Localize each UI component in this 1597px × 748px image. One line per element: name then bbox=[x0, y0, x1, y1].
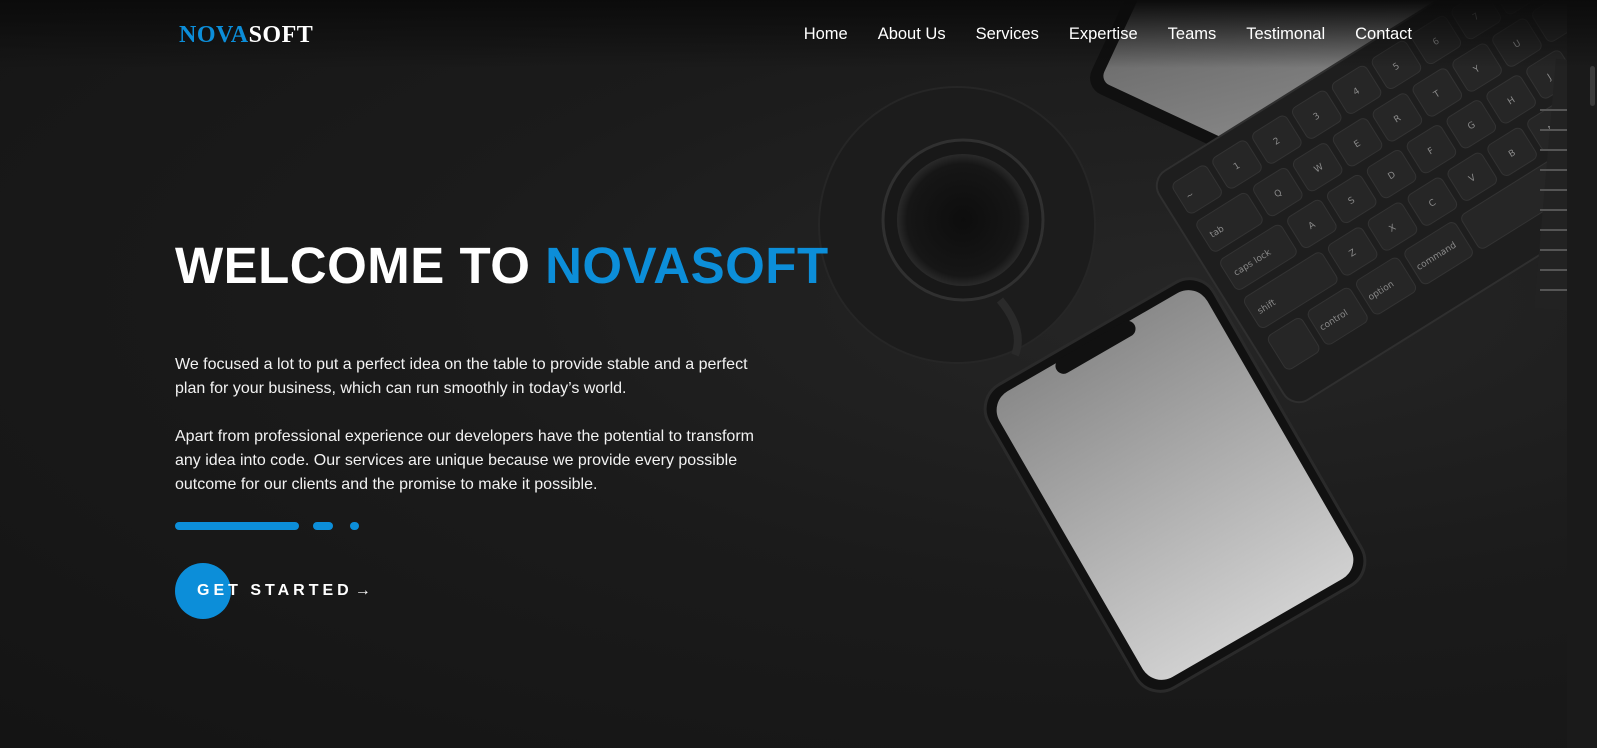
svg-text:2: 2 bbox=[1272, 136, 1282, 148]
svg-text:N: N bbox=[1547, 123, 1558, 135]
svg-text:R: R bbox=[1392, 114, 1403, 126]
hero-paragraph-2: Apart from professional experience our d… bbox=[175, 428, 754, 493]
svg-text:1: 1 bbox=[1232, 161, 1242, 173]
nav-item-home[interactable]: Home bbox=[804, 24, 848, 44]
svg-text:C: C bbox=[1427, 198, 1438, 210]
svg-text:V: V bbox=[1467, 173, 1478, 185]
nav-item-teams[interactable]: Teams bbox=[1168, 24, 1217, 44]
main-nav: Home About Us Services Expertise Teams T… bbox=[804, 24, 1412, 44]
nav-item-services[interactable]: Services bbox=[976, 24, 1039, 44]
navbar: NOVASOFT Home About Us Services Expertis… bbox=[0, 0, 1597, 68]
divider-bar-long bbox=[175, 522, 299, 530]
svg-text:option: option bbox=[1367, 280, 1396, 304]
svg-text:3: 3 bbox=[1312, 111, 1322, 123]
svg-text:F: F bbox=[1426, 146, 1436, 157]
svg-text:A: A bbox=[1307, 220, 1318, 232]
divider-bar-short bbox=[313, 522, 333, 530]
brand-part-1: NOVA bbox=[179, 22, 249, 48]
svg-text:X: X bbox=[1388, 223, 1399, 235]
svg-text:E: E bbox=[1353, 139, 1363, 151]
hero-title: WELCOME TO NOVASOFT bbox=[175, 236, 829, 296]
svg-text:T: T bbox=[1431, 89, 1442, 101]
get-started-button[interactable]: GET STARTED → bbox=[175, 563, 371, 619]
svg-text:B: B bbox=[1507, 148, 1518, 160]
arrow-right-icon: → bbox=[354, 582, 371, 599]
svg-text:tab: tab bbox=[1208, 224, 1226, 240]
hero-paragraph-1: We focused a lot to put a perfect idea o… bbox=[175, 356, 748, 397]
nav-item-expertise[interactable]: Expertise bbox=[1069, 24, 1138, 44]
svg-text:shift: shift bbox=[1256, 298, 1278, 317]
svg-text:S: S bbox=[1347, 195, 1357, 207]
svg-text:D: D bbox=[1387, 170, 1398, 182]
svg-text:4: 4 bbox=[1352, 86, 1362, 98]
coffee-cup bbox=[818, 86, 1096, 364]
svg-text:caps lock: caps lock bbox=[1232, 247, 1273, 278]
smartphone bbox=[983, 277, 1367, 693]
svg-text:H: H bbox=[1506, 95, 1517, 107]
nav-item-testimonial[interactable]: Testimonal bbox=[1246, 24, 1325, 44]
svg-text:Q: Q bbox=[1273, 188, 1284, 200]
svg-text:~: ~ bbox=[1185, 190, 1197, 202]
svg-text:J: J bbox=[1545, 73, 1553, 83]
svg-text:command: command bbox=[1415, 241, 1458, 273]
scrollbar-thumb[interactable] bbox=[1590, 66, 1595, 106]
brand-logo[interactable]: NOVASOFT bbox=[179, 21, 313, 49]
nav-item-about-us[interactable]: About Us bbox=[878, 24, 946, 44]
cta-label: GET STARTED bbox=[197, 582, 353, 599]
divider-dot bbox=[350, 522, 359, 530]
nav-item-contact[interactable]: Contact bbox=[1355, 24, 1412, 44]
svg-text:Z: Z bbox=[1348, 248, 1359, 260]
scrollbar[interactable] bbox=[1567, 0, 1597, 748]
svg-text:W: W bbox=[1313, 162, 1326, 175]
hero-title-accent: NOVASOFT bbox=[545, 237, 829, 294]
svg-text:control: control bbox=[1318, 308, 1350, 333]
brand-part-2: SOFT bbox=[248, 22, 314, 48]
hero-title-prefix: WELCOME TO bbox=[175, 237, 531, 294]
svg-text:G: G bbox=[1466, 120, 1477, 132]
